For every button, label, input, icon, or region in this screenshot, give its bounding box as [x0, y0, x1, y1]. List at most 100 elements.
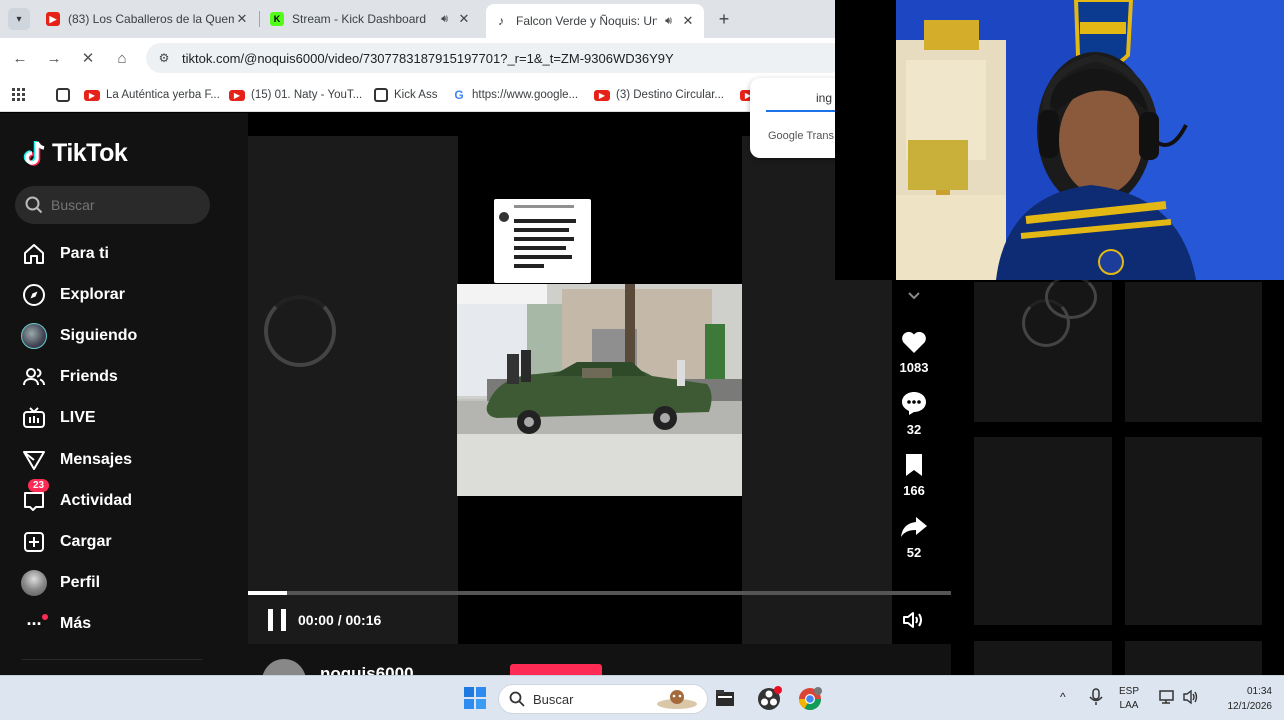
bookmark-item[interactable]: G https://www.google...	[452, 86, 578, 104]
live-icon	[20, 404, 48, 432]
system-clock[interactable]: 01:34 12/1/2026	[1208, 684, 1273, 714]
speaker-icon[interactable]	[1182, 688, 1200, 709]
translate-tab-indicator	[766, 110, 840, 112]
close-icon[interactable]: ✕	[680, 13, 696, 29]
speaker-icon[interactable]: 🔊︎	[665, 15, 672, 28]
browser-tab-strip: ▾ ▶ (83) Los Caballeros de la Quema ✕ K …	[0, 0, 835, 38]
nav-mas[interactable]: ··· Más	[20, 609, 235, 639]
nav-cargar[interactable]: Cargar	[20, 527, 235, 557]
bookmark-item[interactable]: ▶ La Auténtica yerba F...	[84, 86, 220, 104]
tiktok-note-icon	[22, 140, 48, 168]
tab-title: Falcon Verde y Ñoquis: Un V	[516, 14, 658, 28]
clock-time: 01:34	[1246, 686, 1272, 697]
nav-actividad[interactable]: 23 Actividad	[20, 479, 235, 516]
kick-icon: K	[270, 12, 284, 26]
friends-icon	[20, 363, 48, 391]
obs-icon[interactable]	[756, 686, 782, 712]
tiktok-search[interactable]	[15, 186, 210, 224]
scroll-down-chevron-icon[interactable]	[892, 290, 936, 302]
search-icon	[25, 196, 43, 214]
site-settings-icon[interactable]: ⚙︎	[156, 50, 172, 66]
back-arrow-icon[interactable]: ←	[10, 48, 30, 68]
tab-tiktok[interactable]: ♪ Falcon Verde y Ñoquis: Un V 🔊︎ ✕	[486, 4, 704, 38]
stop-loading-icon[interactable]: ✕	[78, 48, 98, 68]
tab-search-button[interactable]: ▾	[8, 8, 30, 30]
google-icon: G	[454, 88, 464, 102]
logo-text: TikTok	[52, 139, 128, 167]
home-icon	[20, 240, 48, 268]
file-explorer-icon[interactable]	[713, 686, 739, 712]
share-count: 52	[906, 545, 922, 560]
webcam-overlay	[835, 0, 1284, 280]
google-translate-popup[interactable]: ing Google Trans	[750, 78, 840, 158]
nav-perfil[interactable]: Perfil	[20, 568, 235, 598]
compass-icon	[20, 281, 48, 309]
reply-comment-sticker	[494, 199, 591, 283]
bookmark-item[interactable]	[56, 86, 76, 104]
tiktok-logo[interactable]: TikTok	[22, 139, 128, 168]
nav-mensajes[interactable]: Mensajes	[20, 445, 235, 475]
home-icon[interactable]: ⌂	[112, 48, 132, 68]
nav-siguiendo[interactable]: Siguiendo	[20, 321, 235, 351]
like-button[interactable]: 1083	[892, 330, 936, 375]
video-frame[interactable]	[457, 284, 742, 496]
nav-explorar[interactable]: Explorar	[20, 280, 235, 310]
video-side-panel-left	[248, 136, 458, 644]
volume-icon[interactable]	[902, 610, 926, 630]
bookmark-item[interactable]: ▶ (15) 01. Naty - YouT...	[229, 86, 362, 104]
grid-thumbnail[interactable]	[1125, 641, 1262, 675]
chrome-icon[interactable]	[797, 686, 823, 712]
close-icon[interactable]: ✕	[456, 11, 472, 27]
address-bar[interactable]: ⚙︎ tiktok.com/@noquis6000/video/73077831…	[146, 43, 846, 73]
grid-thumbnail[interactable]	[1125, 282, 1262, 422]
follow-button[interactable]	[510, 664, 602, 675]
grid-thumbnail[interactable]	[1125, 437, 1262, 625]
more-icon: ···	[20, 610, 48, 638]
url-text[interactable]: tiktok.com/@noquis6000/video/73077831879…	[182, 51, 674, 66]
tab-title: Stream - Kick Dashboard	[292, 12, 427, 26]
taskbar-search[interactable]: Buscar	[498, 684, 708, 714]
comment-button[interactable]: 32	[892, 390, 936, 437]
nav-label: Siguiendo	[60, 327, 138, 344]
browser-toolbar: ← → ✕ ⌂ ⚙︎ tiktok.com/@noquis6000/video/…	[0, 38, 846, 78]
chevron-up-icon[interactable]: ^	[1060, 690, 1066, 704]
forward-arrow-icon[interactable]: →	[44, 48, 64, 68]
microphone-icon[interactable]	[1089, 688, 1103, 709]
tab-youtube[interactable]: ▶ (83) Los Caballeros de la Quema ✕	[38, 4, 258, 34]
save-button[interactable]: 166	[892, 453, 936, 498]
windows-start-icon[interactable]	[463, 686, 489, 712]
video-progress-bar[interactable]	[248, 591, 951, 595]
close-icon[interactable]: ✕	[234, 11, 250, 27]
bookmark-item[interactable]: Kick Ass	[374, 86, 437, 104]
share-button[interactable]: 52	[892, 515, 936, 560]
divider	[22, 659, 202, 660]
translate-language-tab[interactable]: ing	[816, 91, 832, 105]
nav-para-ti[interactable]: Para ti	[20, 239, 235, 269]
youtube-icon: ▶	[84, 89, 100, 101]
new-tab-button[interactable]: +	[713, 8, 735, 30]
author-avatar[interactable]	[262, 659, 306, 675]
author-username[interactable]: noquis6000	[320, 664, 414, 675]
grid-thumbnail[interactable]	[974, 437, 1112, 625]
input-language[interactable]: ESP LAA	[1119, 685, 1139, 713]
windows-taskbar: Buscar ^ ESP LAA 01:34 12/1/2026	[0, 675, 1284, 720]
apps-grid-icon[interactable]	[12, 86, 26, 104]
bookmark-item[interactable]: ▶ (3) Destino Circular...	[594, 86, 724, 104]
nav-friends[interactable]: Friends	[20, 362, 235, 392]
pause-icon[interactable]	[268, 609, 286, 631]
search-input[interactable]	[51, 197, 201, 213]
network-icon[interactable]	[1158, 688, 1176, 709]
language-code: ESP	[1119, 686, 1140, 697]
tab-separator	[259, 11, 260, 27]
profile-avatar	[20, 569, 48, 597]
tab-kick[interactable]: K Stream - Kick Dashboard 🔊︎ ✕	[262, 4, 480, 34]
youtube-icon: ▶	[594, 89, 610, 101]
taskbar-search-label: Buscar	[533, 691, 574, 707]
speaker-icon[interactable]: 🔊︎	[441, 13, 448, 26]
grid-thumbnail[interactable]	[974, 641, 1112, 675]
nav-label: Mensajes	[60, 451, 133, 468]
nav-label: Más	[60, 615, 92, 632]
nav-live[interactable]: LIVE	[20, 403, 235, 433]
nav-label: Cargar	[60, 533, 112, 550]
tiktok-icon: ♪	[498, 14, 504, 28]
